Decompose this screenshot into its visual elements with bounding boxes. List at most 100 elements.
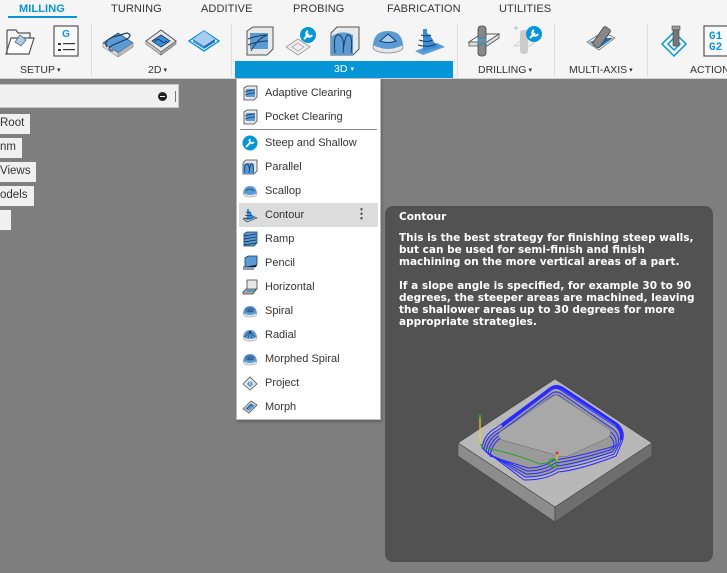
menu-item-label: Project: [265, 377, 300, 389]
tab-turning[interactable]: TURNING: [111, 3, 162, 15]
group-divider: [647, 24, 648, 76]
setup-label-text: SETUP: [20, 64, 56, 76]
2d-adaptive-button[interactable]: [101, 24, 135, 58]
horizontal-icon: [242, 279, 258, 295]
svg-text:G2: G2: [709, 42, 722, 54]
face-icon: [187, 30, 221, 52]
morphed-spiral-icon: [242, 354, 258, 366]
menu-item-label: Morphed Spiral: [265, 353, 340, 365]
2d-label-text: 2D: [148, 64, 162, 76]
browser-node-models[interactable]: odels: [0, 186, 34, 206]
3d-contour-button[interactable]: [413, 24, 447, 58]
nc-code-button[interactable]: G1 G2: [703, 24, 727, 58]
group-divider: [91, 24, 92, 76]
menu-item-parallel[interactable]: Parallel: [237, 155, 380, 179]
face-button[interactable]: [187, 24, 221, 58]
tooltip-body: This is the best strategy for finishing …: [399, 232, 709, 340]
multi-axis-button[interactable]: [583, 24, 617, 58]
parallel-icon: [330, 26, 360, 56]
3d-strategy-menu: Adaptive Clearing Pocket Clearing Steep …: [236, 78, 381, 420]
setup-button[interactable]: [3, 24, 37, 58]
3d-group-header[interactable]: 3D ▾: [235, 61, 453, 78]
menu-item-pencil[interactable]: Pencil: [237, 251, 380, 275]
tab-milling[interactable]: MILLING: [19, 3, 65, 15]
contour-icon: [415, 29, 445, 55]
chevron-down-icon: ▾: [528, 67, 532, 74]
tab-additive[interactable]: ADDITIVE: [201, 3, 253, 15]
adaptive-clearing-icon: [246, 26, 274, 56]
3d-label-text: 3D: [334, 63, 348, 75]
adaptive-clearing-icon: [243, 85, 258, 101]
browser-node-root[interactable]: Root: [0, 114, 31, 134]
tab-probing[interactable]: PROBING: [293, 3, 344, 15]
post-process-button[interactable]: [659, 24, 693, 58]
steep-and-shallow-icon: [242, 135, 258, 151]
menu-item-ramp[interactable]: Ramp: [237, 227, 380, 251]
contour-icon: [242, 209, 258, 223]
menu-item-scallop[interactable]: Scallop: [237, 179, 380, 203]
menu-item-adaptive-clearing[interactable]: Adaptive Clearing: [237, 81, 380, 105]
menu-item-label: Horizontal: [265, 281, 315, 293]
action-group-label[interactable]: ACTION: [690, 64, 727, 76]
menu-item-pocket-clearing[interactable]: Pocket Clearing: [237, 105, 380, 129]
project-icon: [242, 376, 258, 391]
browser-node-units[interactable]: nm: [0, 138, 22, 158]
menu-item-label: Ramp: [265, 233, 295, 245]
menu-divider: [240, 129, 377, 130]
browser-search-bar[interactable]: [0, 84, 179, 108]
group-divider: [554, 24, 555, 76]
menu-item-label: Radial: [265, 329, 297, 341]
nc-program-g-icon: G: [53, 25, 79, 57]
group-divider: [231, 24, 232, 76]
3d-adaptive-clearing-button[interactable]: [242, 24, 276, 58]
resize-grip[interactable]: [175, 91, 176, 102]
2d-group-label[interactable]: 2D ▾: [148, 64, 167, 76]
multi-axis-group-label[interactable]: MULTI-AXIS ▾: [569, 64, 633, 76]
group-divider: [457, 24, 458, 76]
menu-item-steep-and-shallow[interactable]: Steep and Shallow: [237, 131, 380, 155]
chevron-down-icon: ▾: [163, 67, 167, 74]
3d-parallel-button[interactable]: [328, 24, 362, 58]
pocket-clearing-icon: [243, 109, 258, 125]
menu-item-label: Adaptive Clearing: [265, 87, 352, 99]
workspace-tabs: MILLING TURNING ADDITIVE PROBING FABRICA…: [0, 0, 727, 20]
3d-scallop-button[interactable]: [371, 24, 405, 58]
menu-item-label: Pencil: [265, 257, 295, 269]
multi-axis-label-text: MULTI-AXIS: [569, 64, 628, 76]
setup-group-label[interactable]: SETUP ▾: [20, 64, 61, 76]
multi-axis-icon: [586, 26, 616, 51]
menu-item-label: Contour: [265, 209, 305, 221]
contour-toolpath-preview-image: [457, 378, 653, 523]
hole-recognition-button[interactable]: [510, 24, 544, 58]
drilling-label-text: DRILLING: [478, 64, 527, 76]
post-process-icon: [660, 25, 688, 58]
drill-icon: [467, 25, 501, 57]
menu-item-project[interactable]: Project: [237, 371, 380, 395]
tab-utilities[interactable]: UTILITIES: [499, 3, 551, 15]
menu-item-label: Pocket Clearing: [265, 111, 343, 123]
menu-item-contour[interactable]: Contour ⋮: [239, 203, 378, 227]
chevron-down-icon: ▾: [57, 67, 61, 74]
menu-item-spiral[interactable]: Spiral: [237, 299, 380, 323]
nc-program-button[interactable]: G: [49, 24, 83, 58]
browser-node-setups[interactable]: [0, 210, 11, 230]
drill-button[interactable]: [467, 24, 501, 58]
hole-recognition-icon: [512, 26, 542, 54]
menu-item-morph[interactable]: Morph: [237, 395, 380, 419]
drilling-group-label[interactable]: DRILLING ▾: [478, 64, 532, 76]
tab-fabrication[interactable]: FABRICATION: [387, 3, 461, 15]
menu-item-radial[interactable]: Radial: [237, 323, 380, 347]
2d-pocket-icon: [145, 29, 177, 56]
menu-item-morphed-spiral[interactable]: Morphed Spiral: [237, 347, 380, 371]
toolbar: MILLING TURNING ADDITIVE PROBING FABRICA…: [0, 0, 727, 79]
more-options-icon[interactable]: ⋮: [355, 207, 368, 221]
browser-node-named-views[interactable]: Views: [0, 162, 37, 182]
2d-pocket-button[interactable]: [144, 24, 178, 58]
menu-item-label: Steep and Shallow: [265, 137, 357, 149]
menu-item-horizontal[interactable]: Horizontal: [237, 275, 380, 299]
collapse-minus-icon[interactable]: [158, 92, 167, 101]
contour-tooltip: Contour This is the best strategy for fi…: [385, 206, 713, 562]
3d-steep-shallow-button[interactable]: [284, 24, 318, 58]
tooltip-paragraph-2: If a slope angle is specified, for examp…: [399, 280, 695, 328]
radial-icon: [242, 330, 258, 342]
